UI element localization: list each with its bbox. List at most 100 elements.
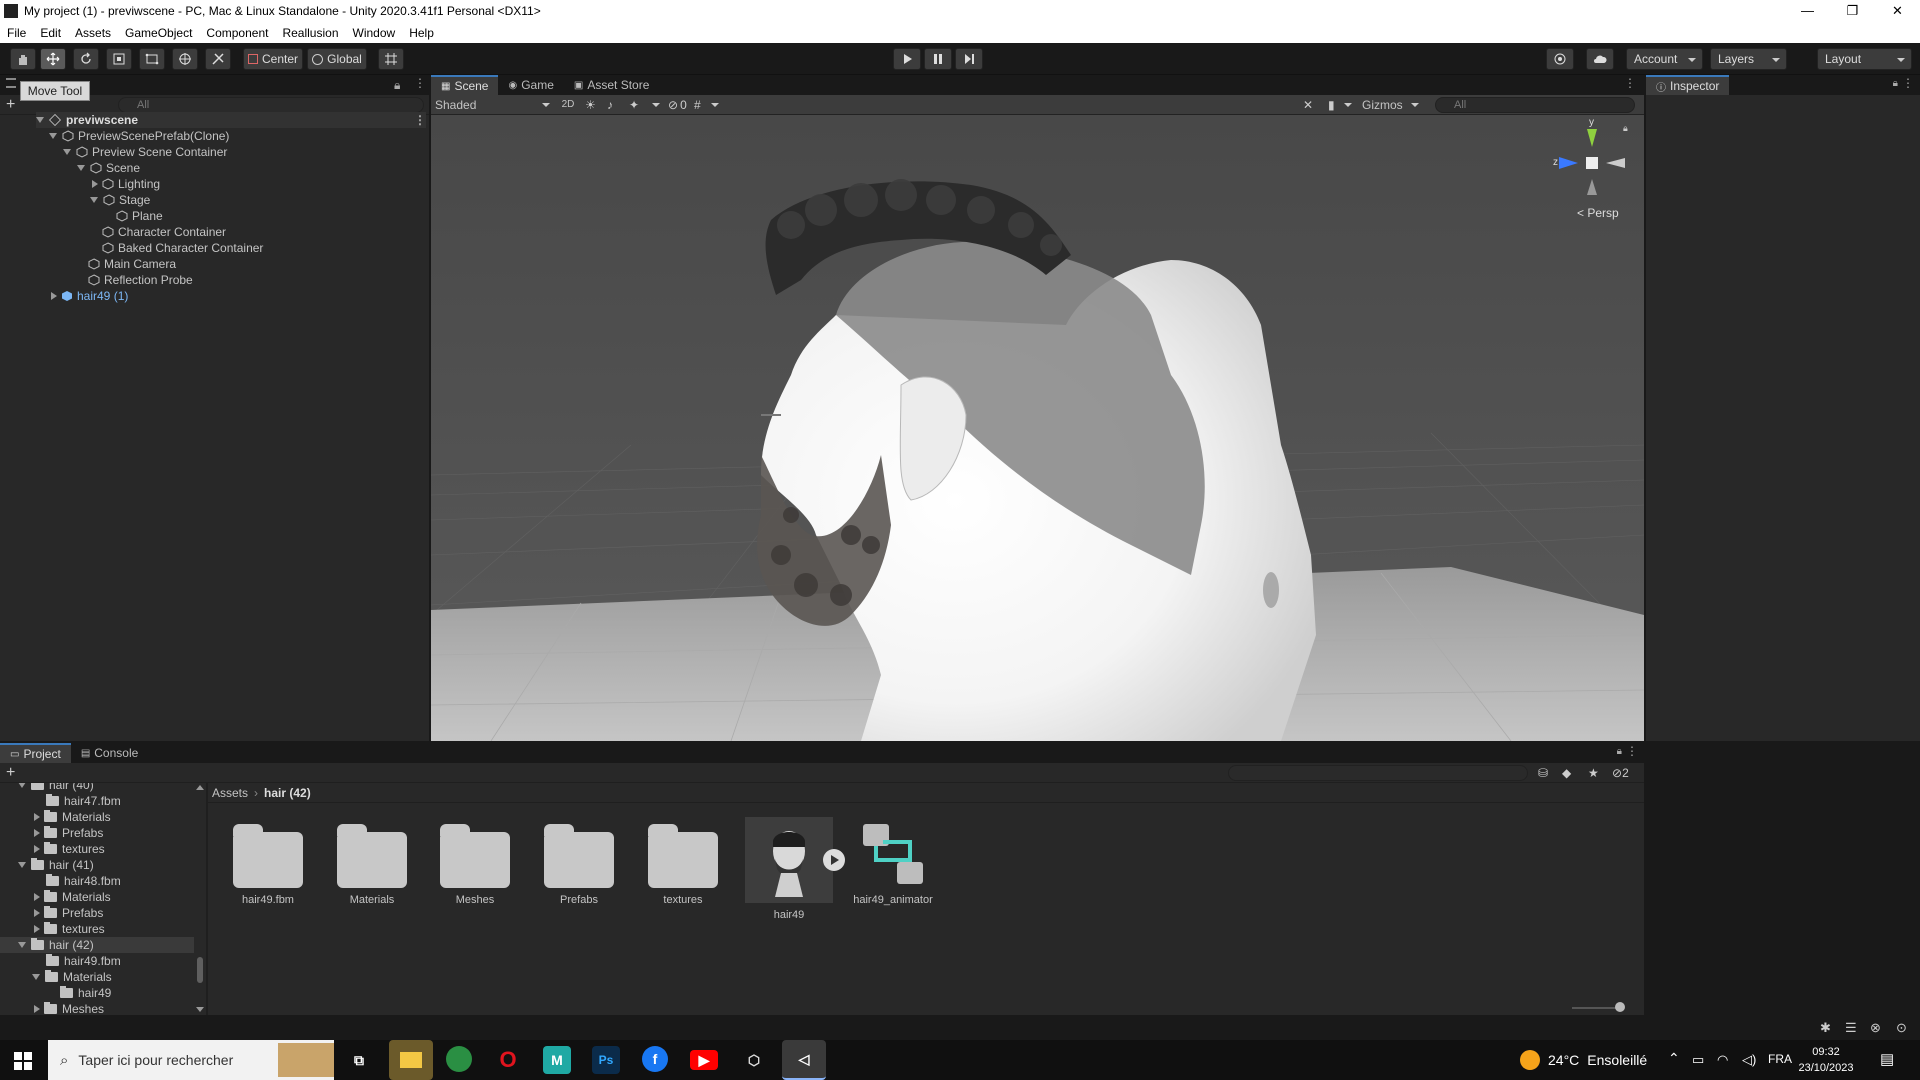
scale-tool-icon[interactable] [106, 48, 132, 70]
shading-mode-dropdown[interactable]: Shaded [435, 97, 550, 113]
asset-folder[interactable]: textures [638, 822, 728, 906]
asset-folder[interactable]: hair49.fbm [223, 822, 313, 906]
menu-reallusion[interactable]: Reallusion [275, 26, 345, 40]
facebook-icon[interactable]: f [642, 1046, 668, 1072]
usb-icon[interactable]: ▭ [1692, 1052, 1704, 1068]
gizmos-dropdown[interactable]: Gizmos [1362, 97, 1419, 113]
close-button[interactable]: ✕ [1875, 3, 1920, 19]
collapsed-arrow-icon[interactable] [34, 813, 40, 821]
cache-icon[interactable]: ⊗ [1870, 1020, 1881, 1036]
collapsed-arrow-icon[interactable] [34, 1005, 40, 1013]
audio-toggle-icon[interactable]: ♪ [607, 98, 613, 112]
tree-folder[interactable]: Materials [32, 809, 111, 825]
tree-folder[interactable]: hair49 [60, 985, 111, 1001]
chevron-down-icon[interactable] [652, 103, 660, 107]
photoshop-icon[interactable]: Ps [592, 1046, 620, 1074]
scene-viewport[interactable]: y z < Persp 🔒︎ [431, 115, 1644, 741]
expand-arrow-icon[interactable] [18, 942, 26, 948]
tree-folder[interactable]: hair (40) [18, 783, 94, 793]
kebab-icon[interactable]: ⋮ [1626, 744, 1638, 758]
tree-folder[interactable]: hair47.fbm [46, 793, 121, 809]
scene-root-row[interactable]: previwscene ⋮ [36, 112, 426, 128]
restore-button[interactable]: ❐ [1830, 3, 1875, 19]
hierarchy-item[interactable]: Reflection Probe [88, 272, 193, 288]
wifi-icon[interactable]: ◠ [1717, 1052, 1728, 1068]
expand-arrow-icon[interactable] [77, 165, 85, 171]
collab-icon[interactable] [1546, 48, 1574, 70]
asset-model[interactable]: hair49 [744, 817, 845, 921]
hand-tool-icon[interactable] [10, 48, 36, 70]
tab-inspector[interactable]: ⓘ Inspector [1646, 75, 1730, 95]
tree-scroll-thumb[interactable] [197, 957, 203, 983]
unity-hub-icon[interactable]: ⬡ [740, 1046, 768, 1074]
camera-icon[interactable]: ▮ [1328, 98, 1335, 112]
collapsed-arrow-icon[interactable] [34, 829, 40, 837]
collapsed-arrow-icon[interactable] [34, 925, 40, 933]
maya-icon[interactable]: M [543, 1046, 571, 1074]
tab-project[interactable]: ▭ Project [0, 743, 71, 763]
notifications-icon[interactable]: ▤ [1880, 1050, 1894, 1068]
icon-size-slider-thumb[interactable] [1615, 1002, 1625, 1012]
chevron-down-icon[interactable] [711, 103, 719, 107]
rotate-tool-icon[interactable] [73, 48, 99, 70]
expand-arrow-icon[interactable] [90, 197, 98, 203]
asset-folder[interactable]: Prefabs [534, 822, 624, 906]
collapsed-arrow-icon[interactable] [34, 845, 40, 853]
menu-help[interactable]: Help [402, 26, 441, 40]
expand-arrow-icon[interactable] [18, 783, 26, 788]
asset-animator[interactable]: hair49_animator [848, 822, 938, 906]
tab-asset-store[interactable]: ▣ Asset Store [564, 75, 659, 95]
asset-folder[interactable]: Meshes [430, 822, 520, 906]
menu-component[interactable]: Component [199, 26, 275, 40]
scene-visibility-toggle[interactable]: ⊘ 0 [668, 98, 687, 112]
transform-tool-icon[interactable] [172, 48, 198, 70]
hierarchy-item[interactable]: PreviewScenePrefab(Clone) [49, 128, 229, 144]
taskbar-search-input[interactable]: ⌕ Taper ici pour rechercher [48, 1040, 334, 1080]
play-button[interactable] [893, 48, 921, 70]
collapsed-arrow-icon[interactable] [34, 909, 40, 917]
tree-folder[interactable]: Materials [32, 889, 111, 905]
2d-toggle[interactable]: 2D [556, 97, 580, 113]
cloud-icon[interactable] [1586, 48, 1614, 70]
hierarchy-item[interactable]: Preview Scene Container [63, 144, 227, 160]
pause-button[interactable] [924, 48, 952, 70]
pivot-center-button[interactable]: Center [243, 48, 303, 70]
scene-kebab-icon[interactable]: ⋮ [1624, 76, 1636, 90]
favorite-star-icon[interactable]: ★ [1588, 766, 1599, 780]
tree-folder[interactable]: Prefabs [32, 905, 103, 921]
grid-snap-icon[interactable] [378, 48, 404, 70]
task-view-icon[interactable]: ⧉ [345, 1046, 373, 1074]
expand-arrow-icon[interactable] [49, 133, 57, 139]
expand-arrow-icon[interactable] [63, 149, 71, 155]
rect-tool-icon[interactable] [139, 48, 165, 70]
tree-folder[interactable]: Materials [32, 969, 112, 985]
opera-icon[interactable]: O [494, 1046, 522, 1074]
hierarchy-item[interactable]: Plane [116, 208, 163, 224]
create-plus-icon[interactable]: + [6, 96, 15, 114]
breadcrumb-assets[interactable]: Assets [212, 786, 248, 800]
tab-console[interactable]: ▤ Console [71, 743, 148, 763]
tree-folder[interactable]: textures [32, 921, 105, 937]
breadcrumb-current[interactable]: hair (42) [264, 786, 311, 800]
tree-scrollbar[interactable] [196, 785, 204, 1015]
project-splitter[interactable] [206, 783, 208, 1015]
create-plus-icon[interactable]: + [6, 764, 15, 782]
tree-folder[interactable]: hair49.fbm [46, 953, 121, 969]
asset-folder[interactable]: Materials [327, 822, 417, 906]
expand-arrow-icon[interactable] [32, 974, 40, 980]
project-search-input[interactable] [1228, 765, 1528, 781]
lock-icon[interactable]: 🔒︎ [1893, 78, 1898, 89]
grid-toggle-icon[interactable]: # [694, 98, 701, 112]
tab-scene[interactable]: ▦ Scene [431, 75, 499, 95]
menu-gameobject[interactable]: GameObject [118, 26, 199, 40]
hierarchy-item[interactable]: Lighting [90, 176, 160, 192]
auto-refresh-icon[interactable]: ⊙ [1896, 1020, 1907, 1036]
tree-folder-selected[interactable]: hair (42) [0, 937, 194, 953]
scene-kebab-icon[interactable]: ⋮ [414, 113, 426, 127]
effects-toggle-icon[interactable]: ✦ [629, 98, 639, 112]
hierarchy-search-input[interactable]: All [118, 97, 424, 113]
filter-label-icon[interactable]: ◆ [1562, 766, 1571, 780]
custom-tool-icon[interactable] [205, 48, 231, 70]
minimize-button[interactable]: — [1785, 3, 1830, 19]
persp-label[interactable]: < Persp [1577, 206, 1619, 220]
